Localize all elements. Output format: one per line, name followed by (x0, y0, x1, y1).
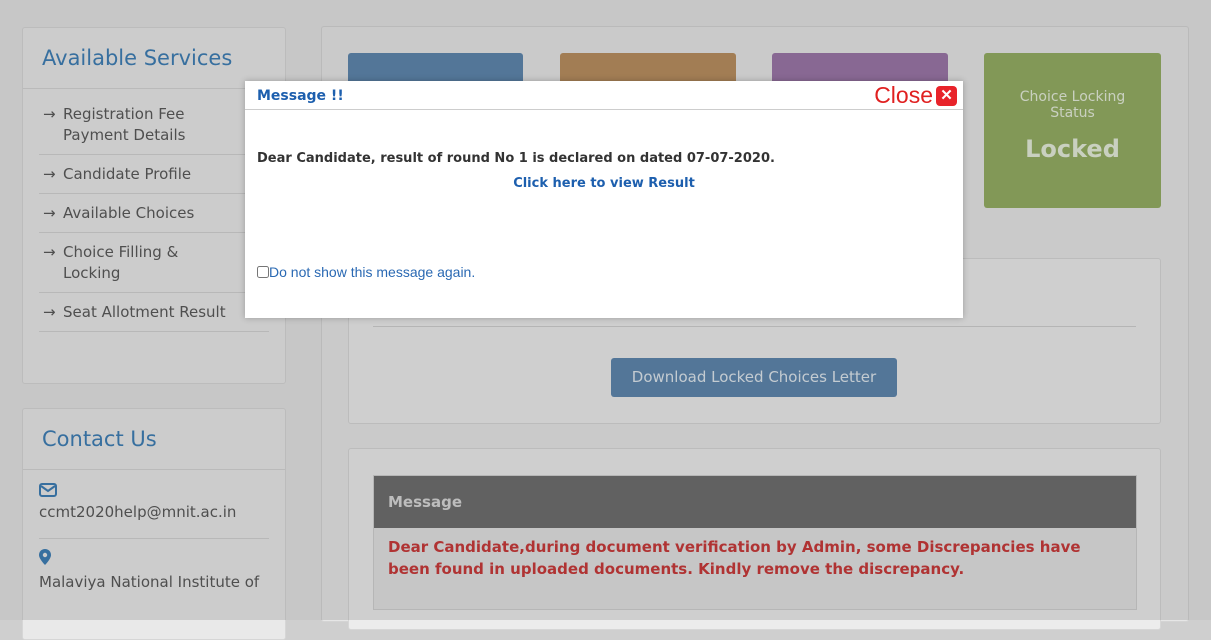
message-modal: Message !! Close ✕ Dear Candidate, resul… (245, 81, 963, 318)
contact-panel: Contact Us ccmt2020help@mnit.ac.in Malav… (22, 408, 286, 640)
close-label: Close (874, 82, 933, 108)
arrow-right-icon: → (43, 204, 56, 222)
view-result-link[interactable]: Click here to view Result (245, 176, 963, 191)
download-locked-choices-button[interactable]: Download Locked Choices Letter (611, 358, 897, 397)
close-icon: ✕ (936, 85, 957, 106)
service-item-label: Choice Filling & Locking (63, 243, 179, 282)
arrow-right-icon: → (43, 303, 56, 321)
services-title: Available Services (23, 28, 285, 89)
arrow-right-icon: → (43, 105, 56, 123)
choice-locking-value: Locked (1025, 135, 1120, 163)
message-header: Message (374, 476, 1136, 528)
arrow-right-icon: → (43, 165, 56, 183)
service-item-candidate-profile[interactable]: → Candidate Profile (39, 155, 269, 194)
service-item-label: Available Choices (63, 204, 195, 222)
envelope-icon (39, 482, 285, 501)
service-item-label: Seat Allotment Result (63, 303, 226, 321)
divider (373, 326, 1136, 327)
contact-email[interactable]: ccmt2020help@mnit.ac.in (39, 503, 285, 521)
modal-body-text: Dear Candidate, result of round No 1 is … (257, 151, 775, 166)
message-text: Dear Candidate,during document verificat… (388, 538, 1081, 578)
modal-header: Message !! Close ✕ (245, 81, 963, 110)
dont-show-again-label: Do not show this message again. (269, 264, 476, 280)
contact-title: Contact Us (23, 409, 285, 470)
arrow-right-icon: → (43, 243, 56, 261)
contact-address: Malaviya National Institute of (39, 573, 260, 591)
modal-title: Message !! (257, 88, 344, 104)
dont-show-again-option[interactable]: Do not show this message again. (257, 264, 475, 280)
contact-email-block: ccmt2020help@mnit.ac.in (23, 470, 285, 521)
service-item-available-choices[interactable]: → Available Choices (39, 194, 269, 233)
service-item-label: Registration Fee Payment Details (63, 105, 186, 144)
service-item-seat-allotment[interactable]: → Seat Allotment Result (39, 293, 269, 332)
contact-address-block: Malaviya National Institute of (39, 538, 269, 591)
message-box: Message Dear Candidate,during document v… (373, 475, 1137, 610)
choice-locking-label: Choice Locking Status (1019, 89, 1126, 121)
service-item-label: Candidate Profile (63, 165, 192, 183)
map-pin-icon (39, 549, 269, 569)
message-card: Message Dear Candidate,during document v… (348, 448, 1161, 630)
choice-locking-tile[interactable]: Choice Locking Status Locked (984, 53, 1161, 208)
service-item-choice-filling[interactable]: → Choice Filling & Locking (39, 233, 269, 293)
dont-show-again-checkbox[interactable] (257, 266, 269, 278)
service-item-registration-fee[interactable]: → Registration Fee Payment Details (39, 95, 269, 155)
close-button[interactable]: Close ✕ (874, 82, 957, 109)
